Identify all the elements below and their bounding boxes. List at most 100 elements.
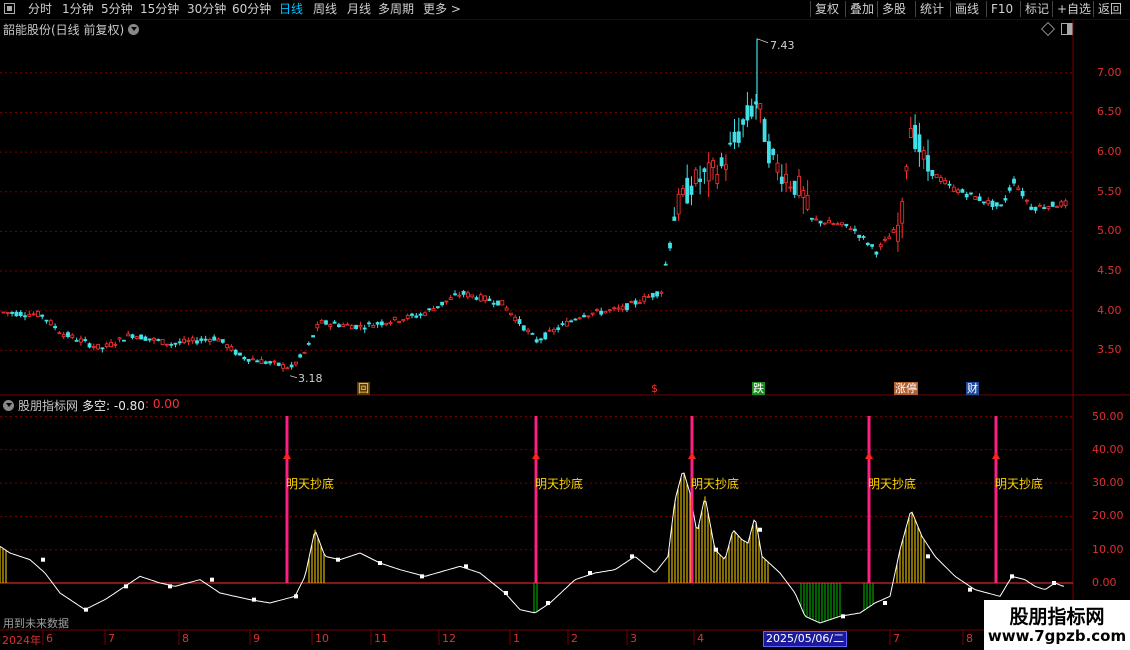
indicator-marker [968,587,972,592]
candle-body [109,341,113,348]
candle-body [384,322,389,326]
candle-body [83,339,88,341]
candle-body [199,338,204,341]
candle-body [530,333,535,335]
candle-body [668,242,672,249]
candle-body [311,335,316,338]
candle-body [964,193,969,198]
candle-body [767,141,771,164]
month-label: 2 [571,632,578,645]
candle-body [457,294,462,297]
candle-body [556,327,561,330]
indicator-tick: 40.00 [1092,442,1124,456]
indicator-marker [630,554,634,559]
candle-body [840,222,844,226]
indicator-value: 多空: -0.80 [82,399,145,413]
candle-body [956,189,960,194]
candle-body [853,228,857,232]
candle-body [169,343,174,346]
indicator-chevron-icon[interactable] [3,400,14,411]
low-pointer [289,375,298,379]
indicator-marker [336,557,340,562]
high-pointer [756,38,769,44]
month-label: 10 [315,632,329,645]
month-label: 8 [966,632,973,645]
candle-body [220,339,225,343]
candle-body [113,343,118,346]
candle-body [126,333,131,337]
candle-body [638,302,642,304]
indicator-marker [84,607,88,612]
candle-body [504,307,509,311]
candle-body [44,319,49,322]
event-marker[interactable]: 涨停 [894,382,918,395]
candle-body [418,313,423,316]
cursor-date: 2025/05/06/二 [763,631,848,647]
candle-body [496,300,500,306]
candle-body [478,294,483,302]
candle-body [827,220,831,224]
candle-body [810,217,814,220]
candle-body [285,367,290,370]
candle-body [431,308,436,312]
event-marker[interactable]: $ [650,382,659,395]
candle-body [177,341,182,344]
candle-body [117,337,122,340]
stock-chart[interactable] [0,0,1130,650]
price-tick: 6.00 [1097,145,1122,159]
candle-body [401,318,406,322]
candle-body [943,179,948,185]
month-label: 8 [182,632,189,645]
candle-body [371,325,376,328]
candle-body [564,320,569,327]
candle-body [293,361,298,365]
candle-body [762,119,767,143]
candle-body [255,360,260,363]
candle-body [233,349,238,355]
candle-body [139,334,144,340]
candle-body [70,334,75,338]
month-label: 11 [374,632,388,645]
candlestick-series [1,38,1068,379]
event-marker[interactable]: 跌 [752,382,765,395]
candle-body [603,311,608,314]
candle-body [569,320,573,323]
candle-body [440,301,445,306]
candle-body [422,312,427,316]
candle-body [74,339,79,342]
candle-body [414,315,419,318]
candle-body [104,343,109,347]
candle-body [685,177,690,204]
indicator-marker [1052,581,1056,585]
candle-body [874,251,879,255]
candle-body [732,131,737,143]
candle-body [1,311,6,314]
candle-body [242,357,247,360]
candle-body [246,358,251,362]
indicator-marker [758,527,762,532]
candle-body [724,164,728,170]
indicator-marker [504,590,508,595]
month-label: 4 [697,632,704,645]
candle-body [289,364,294,368]
candle-body [367,322,371,325]
indicator-marker [841,614,845,619]
signal-label: 明天抄底 [286,477,335,491]
signal-label: 明天抄底 [868,477,917,491]
candle-body [276,362,281,366]
candle-body [771,148,776,156]
event-marker[interactable]: 回 [357,382,370,395]
candle-body [939,177,943,182]
candle-body [229,346,234,351]
month-label: 1 [513,632,520,645]
candle-body [801,190,806,198]
candle-body [147,338,152,341]
candle-body [349,325,354,330]
candle-body [190,337,195,342]
event-marker[interactable]: 财 [966,382,979,395]
candle-body [513,316,518,322]
candle-body [689,185,694,195]
candle-body [66,332,70,337]
candle-body [848,228,853,231]
candle-body [595,309,599,312]
